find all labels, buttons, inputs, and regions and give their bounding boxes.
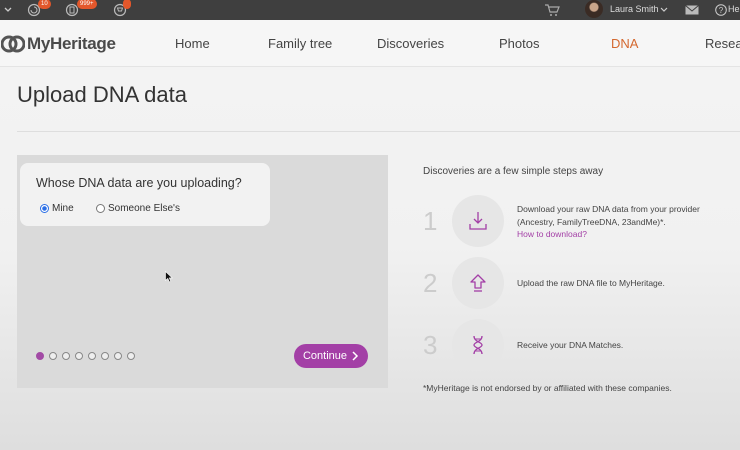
- radio-someone-else[interactable]: [96, 204, 105, 214]
- help-label[interactable]: He: [728, 4, 740, 14]
- mouse-cursor-icon: [165, 271, 173, 283]
- step-3-text: Receive your DNA Matches.: [517, 340, 624, 350]
- step-1-line-1: Download your raw DNA data from your pro…: [517, 204, 700, 214]
- step-dot: [75, 352, 83, 360]
- cart-badge: [123, 0, 131, 9]
- nav-research[interactable]: Resea: [705, 36, 740, 51]
- step-2-icon-circle: [452, 257, 504, 309]
- option-mine[interactable]: Mine: [40, 200, 74, 218]
- tree-requests-icon[interactable]: 999+: [64, 0, 97, 18]
- step-dot: [101, 352, 109, 360]
- continue-button[interactable]: Continue: [294, 344, 368, 368]
- mail-icon[interactable]: [684, 2, 700, 18]
- step-dot: [127, 352, 135, 360]
- step-dot: [36, 352, 44, 360]
- tree-requests-badge: 999+: [77, 0, 97, 9]
- radio-mine[interactable]: [40, 204, 49, 214]
- top-toolbar: 10 999+ Laura Smith ? He: [0, 0, 740, 20]
- nav-home[interactable]: Home: [175, 36, 210, 51]
- divider: [17, 131, 740, 132]
- step-1-line-2: (Ancestry, FamilyTreeDNA, 23andMe)*.: [517, 216, 666, 227]
- myheritage-logo-icon: [1, 35, 25, 53]
- option-someone-else-label[interactable]: Someone Else's: [108, 203, 180, 214]
- chevron-right-icon: [352, 351, 359, 361]
- nav-discoveries[interactable]: Discoveries: [377, 36, 444, 51]
- main-navigation: MyHeritage Home Family tree Discoveries …: [0, 20, 740, 67]
- step-2-text: Upload the raw DNA file to MyHeritage.: [517, 278, 665, 288]
- step-3-icon-circle: [452, 319, 504, 371]
- chevron-down-icon[interactable]: [656, 2, 672, 18]
- page-title: Upload DNA data: [17, 82, 187, 107]
- disclaimer: *MyHeritage is not endorsed by or affili…: [423, 383, 672, 393]
- cart-circle-icon[interactable]: [112, 0, 131, 18]
- shopping-cart-icon[interactable]: [544, 2, 560, 18]
- logo-text: MyHeritage: [27, 34, 116, 53]
- step-dot: [88, 352, 96, 360]
- step-dot: [114, 352, 122, 360]
- logo[interactable]: MyHeritage: [1, 34, 116, 54]
- how-to-download-link[interactable]: How to download?: [517, 228, 700, 241]
- sync-icon[interactable]: 10: [26, 0, 51, 18]
- chevron-down-icon[interactable]: [0, 2, 16, 18]
- option-someone-else[interactable]: Someone Else's: [96, 200, 180, 218]
- step-number: 2: [423, 268, 438, 298]
- option-mine-label[interactable]: Mine: [52, 203, 74, 214]
- sync-badge: 10: [38, 0, 51, 9]
- avatar[interactable]: [585, 0, 603, 18]
- question-card: Whose DNA data are you uploading? Mine S…: [20, 163, 270, 226]
- svg-text:?: ?: [719, 6, 724, 15]
- user-name[interactable]: Laura Smith: [610, 4, 659, 14]
- step-number: 1: [423, 206, 438, 236]
- continue-label: Continue: [302, 350, 348, 362]
- dna-icon: [473, 335, 483, 355]
- step-number: 3: [423, 330, 438, 360]
- question-text: Whose DNA data are you uploading?: [36, 176, 242, 190]
- step-dot: [49, 352, 57, 360]
- download-icon: [469, 212, 487, 230]
- nav-family-tree[interactable]: Family tree: [268, 36, 332, 51]
- step-1-icon-circle: [452, 195, 504, 247]
- nav-dna[interactable]: DNA: [611, 36, 638, 51]
- step-dot: [62, 352, 70, 360]
- steps-heading: Discoveries are a few simple steps away: [423, 166, 604, 177]
- step-1-text: Download your raw DNA data from your pro…: [517, 203, 700, 241]
- help-icon[interactable]: ?: [713, 2, 729, 18]
- nav-photos[interactable]: Photos: [499, 36, 539, 51]
- upload-icon: [470, 274, 486, 292]
